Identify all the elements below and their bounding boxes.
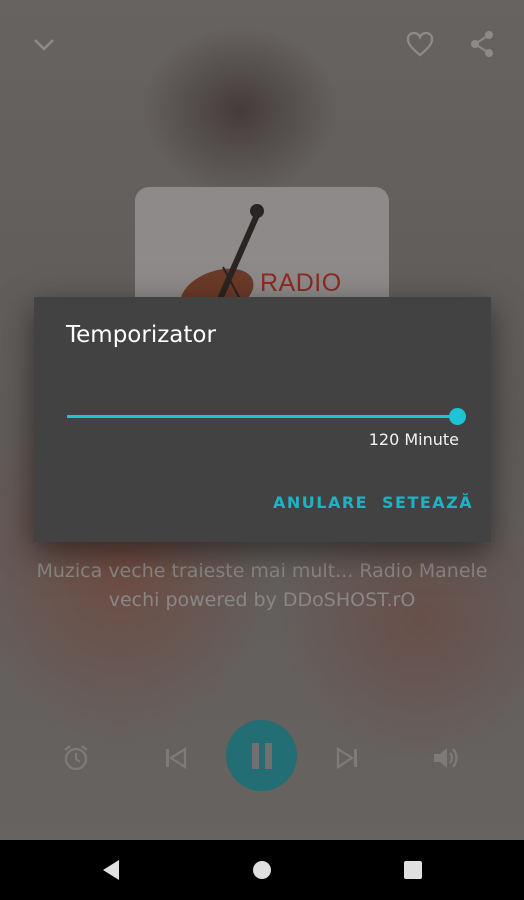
pause-button[interactable] [226, 720, 297, 791]
skip-previous-icon[interactable] [158, 740, 194, 776]
chevron-down-icon[interactable] [24, 30, 64, 60]
volume-icon[interactable] [428, 740, 464, 776]
alarm-icon[interactable] [58, 740, 94, 776]
home-icon[interactable] [247, 855, 277, 885]
set-button[interactable]: SETEAZĂ [382, 493, 473, 512]
recents-icon[interactable] [398, 855, 428, 885]
back-icon[interactable] [96, 856, 126, 884]
artwork-label: RADIO [260, 269, 342, 297]
track-description: Muzica veche traieste mai mult... Radio … [14, 557, 510, 615]
description-line-1: Muzica veche traieste mai mult... Radio … [36, 560, 488, 582]
share-icon[interactable] [462, 26, 502, 62]
skip-next-icon[interactable] [329, 740, 365, 776]
cancel-button[interactable]: ANULARE [273, 493, 368, 512]
dialog-title: Temporizator [66, 322, 216, 348]
timer-slider-thumb[interactable] [449, 408, 466, 425]
timer-value-label: 120 Minute [368, 430, 459, 449]
pause-icon [251, 742, 272, 769]
timer-dialog: Temporizator 120 Minute ANULARE SETEAZĂ [34, 297, 491, 542]
description-line-2: vechi powered by DDoSHOST.rO [108, 589, 416, 611]
top-bar [0, 0, 524, 88]
heart-icon[interactable] [400, 26, 440, 62]
timer-slider-track[interactable] [67, 415, 458, 418]
system-nav-bar [0, 840, 524, 900]
